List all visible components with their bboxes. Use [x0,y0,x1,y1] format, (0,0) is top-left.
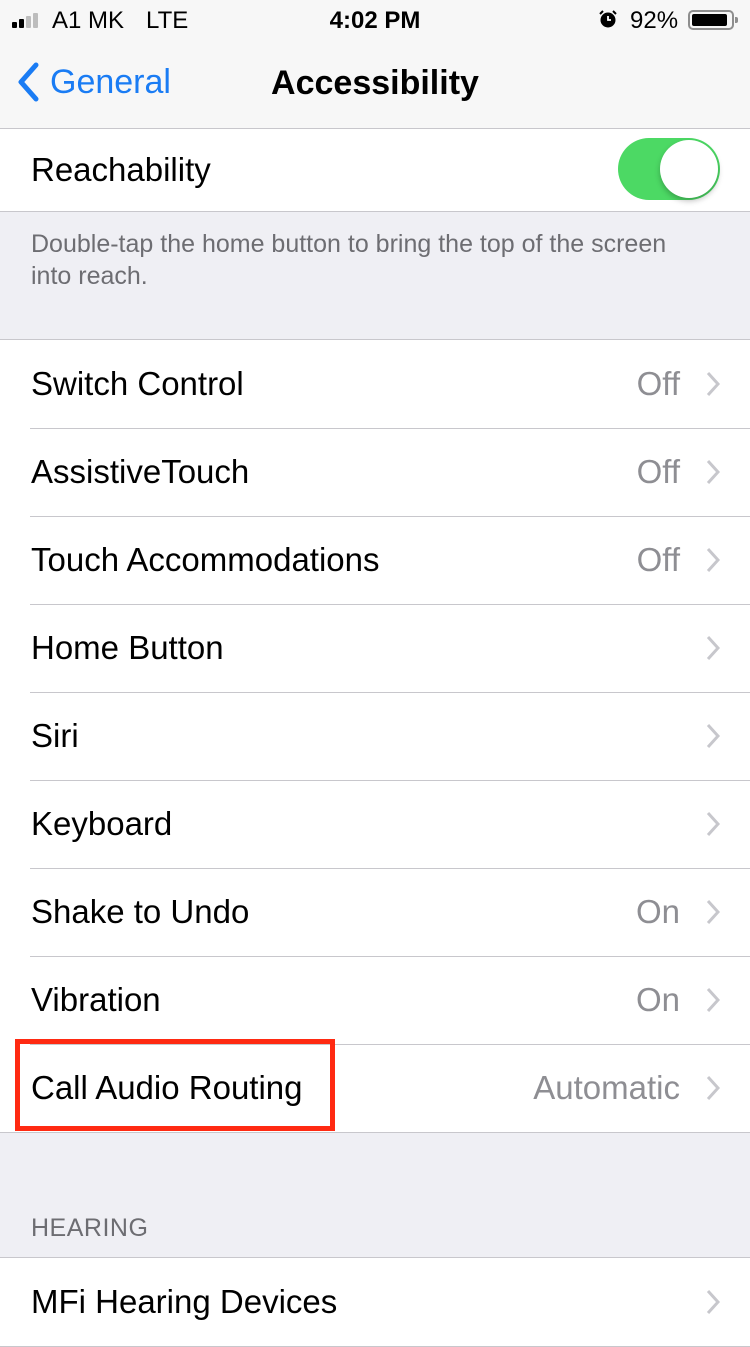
settings-row-call-audio-routing[interactable]: Call Audio Routing Automatic [0,1044,750,1132]
row-label: Keyboard [31,805,173,842]
row-label: Shake to Undo [31,893,250,930]
row-value: On [635,981,680,1018]
chevron-right-icon [706,1289,720,1315]
settings-row-switch-control[interactable]: Switch Control Off [0,340,750,428]
row-value: Off [636,453,680,490]
chevron-right-icon [706,899,720,925]
chevron-right-icon [706,811,720,837]
chevron-right-icon [706,1075,720,1101]
reachability-row: Reachability [0,129,750,211]
row-value: Automatic [533,1069,680,1106]
chevron-right-icon [706,723,720,749]
row-value: On [635,893,680,930]
navigation-bar: General Accessibility [0,40,750,129]
row-label: Siri [31,717,79,754]
settings-row-shake-to-undo[interactable]: Shake to Undo On [0,868,750,956]
interaction-group: Switch Control Off AssistiveTouch Off To… [0,339,750,1133]
chevron-right-icon [706,547,720,573]
settings-row-vibration[interactable]: Vibration On [0,956,750,1044]
battery-percentage: 92% [630,7,679,34]
status-bar: A1 MK LTE 4:02 PM 92% [0,0,750,40]
row-label: AssistiveTouch [31,453,250,490]
reachability-footer: Double-tap the home button to bring the … [31,230,667,290]
settings-row-siri[interactable]: Siri [0,692,750,780]
alarm-clock-icon [599,10,617,28]
row-label: Switch Control [31,365,244,402]
settings-row-assistivetouch[interactable]: AssistiveTouch Off [0,428,750,516]
row-label: MFi Hearing Devices [31,1283,338,1320]
row-label: Vibration [31,981,161,1018]
chevron-left-icon [18,62,39,102]
reachability-toggle[interactable] [618,138,720,200]
chevron-right-icon [706,371,720,397]
row-label: Home Button [31,629,224,666]
settings-row-mfi-hearing-devices[interactable]: MFi Hearing Devices [0,1258,750,1346]
section-header-hearing: HEARING [31,1214,149,1242]
row-value: Off [636,541,680,578]
reachability-group: Reachability [0,128,750,212]
row-value: Off [636,365,680,402]
row-label: Call Audio Routing [31,1069,303,1106]
chevron-right-icon [706,459,720,485]
row-label: Touch Accommodations [31,541,380,578]
settings-row-keyboard[interactable]: Keyboard [0,780,750,868]
battery-icon [688,10,738,30]
back-label: General [50,62,171,101]
chevron-right-icon [706,987,720,1013]
settings-row-touch-accommodations[interactable]: Touch Accommodations Off [0,516,750,604]
battery-fill [692,14,727,26]
settings-row-home-button[interactable]: Home Button [0,604,750,692]
row-label: Reachability [31,151,211,188]
chevron-right-icon [706,635,720,661]
back-button[interactable]: General [16,62,171,102]
